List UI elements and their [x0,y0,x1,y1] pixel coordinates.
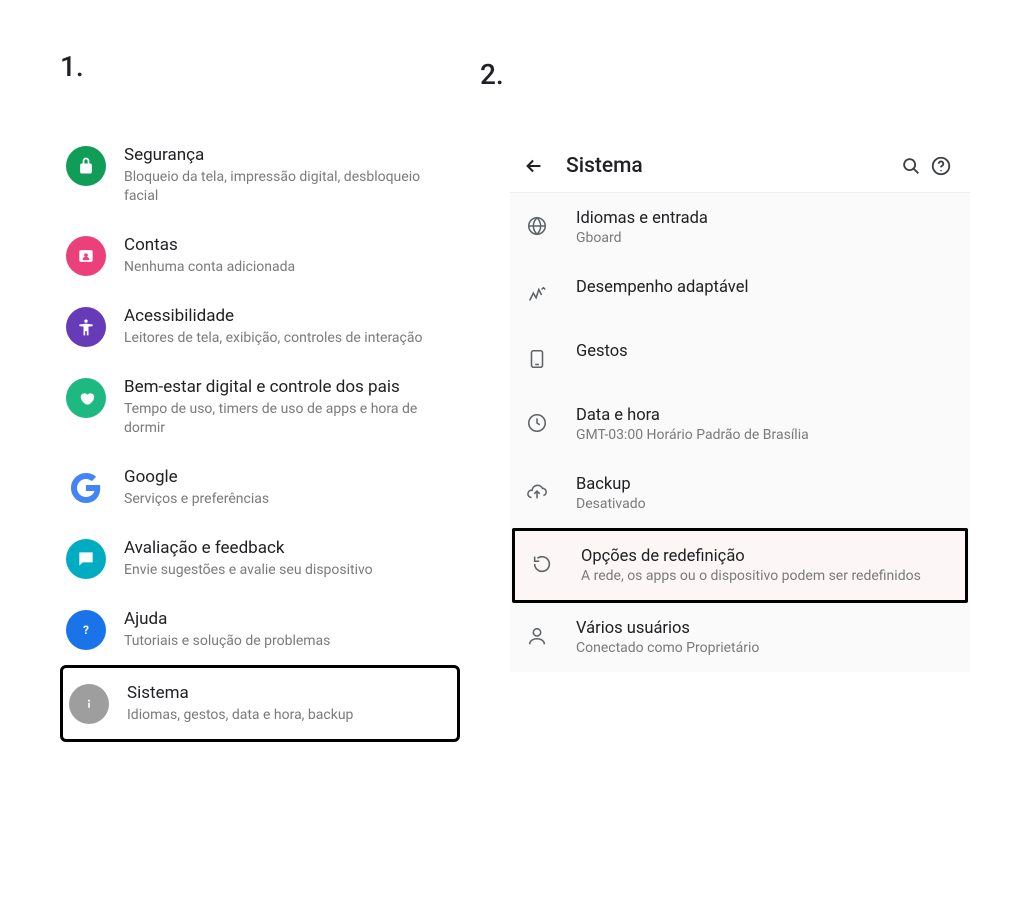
cloud-upload-icon [522,477,552,507]
system-item-users[interactable]: Vários usuários Conectado como Proprietá… [510,603,970,672]
help-icon: ? [66,610,106,650]
settings-item-title: Segurança [124,144,450,166]
settings-item-title: Sistema [127,682,447,704]
system-item-reset[interactable]: Opções de redefinição A rede, os apps ou… [512,528,968,603]
step-1-label: 1. [60,50,84,83]
settings-item-accounts[interactable]: Contas Nenhuma conta adicionada [60,220,460,291]
adaptive-icon [522,280,552,310]
globe-icon [522,211,552,241]
system-item-adaptive[interactable]: Desempenho adaptável [510,262,970,326]
reset-icon [527,549,557,579]
settings-item-subtitle: Nenhuma conta adicionada [124,258,450,277]
svg-text:?: ? [83,623,89,637]
system-item-title: Desempenho adaptável [576,278,956,297]
lock-icon [66,146,106,186]
info-icon [69,684,109,724]
back-button[interactable] [520,155,548,177]
system-item-title: Data e hora [576,406,956,425]
accessibility-icon [66,307,106,347]
system-item-title: Idiomas e entrada [576,209,956,228]
system-item-subtitle: Gboard [576,230,956,246]
settings-item-subtitle: Tempo de uso, timers de uso de apps e ho… [124,400,450,438]
settings-item-security[interactable]: Segurança Bloqueio da tela, impressão di… [60,130,460,220]
system-header: Sistema [510,140,970,193]
step-2-label: 2. [480,58,504,91]
settings-item-title: Ajuda [124,608,450,630]
settings-item-title: Acessibilidade [124,305,450,327]
system-item-subtitle: GMT-03:00 Horário Padrão de Brasília [576,427,956,443]
settings-item-google[interactable]: Google Serviços e preferências [60,452,460,523]
system-item-languages[interactable]: Idiomas e entrada Gboard [510,193,970,262]
search-button[interactable] [896,155,926,177]
system-settings-panel: Sistema Idiomas e entrada Gboard Desempe… [510,140,970,672]
system-item-backup[interactable]: Backup Desativado [510,459,970,528]
settings-item-subtitle: Serviços e preferências [124,490,450,509]
settings-item-title: Contas [124,234,450,256]
settings-item-help[interactable]: ? Ajuda Tutoriais e solução de problemas [60,594,460,665]
settings-list-panel: Segurança Bloqueio da tela, impressão di… [60,130,460,742]
gestures-icon [522,344,552,374]
system-item-title: Gestos [576,342,956,361]
account-icon [66,236,106,276]
settings-item-title: Google [124,466,450,488]
google-icon [66,468,106,508]
system-item-subtitle: Conectado como Proprietário [576,640,956,656]
help-button[interactable] [926,155,956,177]
settings-item-system[interactable]: Sistema Idiomas, gestos, data e hora, ba… [60,665,460,742]
settings-item-subtitle: Idiomas, gestos, data e hora, backup [127,706,447,725]
system-item-datetime[interactable]: Data e hora GMT-03:00 Horário Padrão de … [510,390,970,459]
system-item-title: Opções de redefinição [581,547,951,566]
settings-item-subtitle: Bloqueio da tela, impressão digital, des… [124,168,450,206]
settings-item-wellbeing[interactable]: Bem-estar digital e controle dos pais Te… [60,362,460,452]
system-item-title: Backup [576,475,956,494]
system-item-gestures[interactable]: Gestos [510,326,970,390]
clock-icon [522,408,552,438]
settings-item-subtitle: Envie sugestões e avalie seu dispositivo [124,561,450,580]
settings-item-accessibility[interactable]: Acessibilidade Leitores de tela, exibiçã… [60,291,460,362]
system-item-subtitle: Desativado [576,496,956,512]
feedback-icon [66,539,106,579]
system-item-subtitle: A rede, os apps ou o dispositivo podem s… [581,568,951,584]
settings-item-title: Avaliação e feedback [124,537,450,559]
system-item-title: Vários usuários [576,619,956,638]
page-title: Sistema [566,154,896,178]
settings-item-title: Bem-estar digital e controle dos pais [124,376,450,398]
settings-item-feedback[interactable]: Avaliação e feedback Envie sugestões e a… [60,523,460,594]
settings-item-subtitle: Leitores de tela, exibição, controles de… [124,329,450,348]
wellbeing-icon [66,378,106,418]
user-icon [522,621,552,651]
settings-item-subtitle: Tutoriais e solução de problemas [124,632,450,651]
